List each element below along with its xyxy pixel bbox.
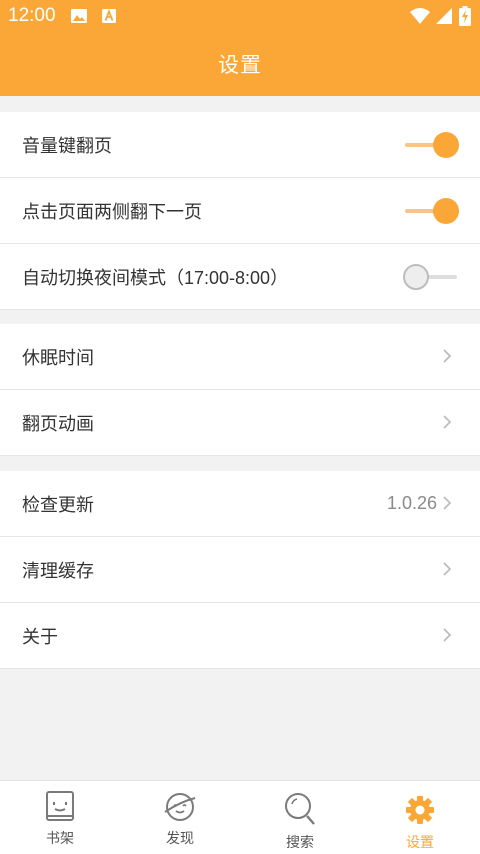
settings-content: 音量键翻页 点击页面两侧翻下一页 自动切换夜间模式（17:00-8:00） 休眠… — [0, 96, 480, 780]
toggle-knob — [403, 264, 429, 290]
settings-gear-icon — [403, 793, 437, 827]
setting-about[interactable]: 关于 — [0, 603, 480, 669]
battery-charging-icon — [459, 6, 471, 31]
page-title: 设置 — [218, 54, 262, 77]
setting-label: 翻页动画 — [22, 413, 94, 434]
setting-label: 自动切换夜间模式（17:00-8:00） — [22, 267, 289, 288]
nav-discover[interactable]: 发现 — [120, 781, 240, 854]
settings-group-about: 检查更新 1.0.26 清理缓存 关于 — [0, 471, 480, 669]
a-notification-icon — [101, 8, 117, 29]
setting-label: 点击页面两侧翻下一页 — [22, 201, 202, 222]
tap-sides-next-page-toggle[interactable] — [403, 198, 459, 224]
setting-label: 清理缓存 — [22, 560, 94, 581]
nav-label: 发现 — [166, 830, 194, 846]
setting-auto-night-mode[interactable]: 自动切换夜间模式（17:00-8:00） — [0, 244, 480, 310]
nav-settings[interactable]: 设置 — [360, 781, 480, 854]
image-notification-icon — [70, 8, 88, 29]
bookshelf-icon — [43, 790, 77, 824]
status-bar: 12:00 — [0, 0, 480, 32]
setting-clear-cache[interactable]: 清理缓存 — [0, 537, 480, 603]
nav-label: 书架 — [46, 830, 74, 846]
volume-key-page-turn-toggle[interactable] — [403, 132, 459, 158]
setting-tap-sides-next-page[interactable]: 点击页面两侧翻下一页 — [0, 178, 480, 244]
auto-night-mode-toggle[interactable] — [403, 264, 459, 290]
app-bar: 设置 — [0, 32, 480, 96]
chevron-right-icon — [442, 495, 452, 516]
version-value: 1.0.26 — [386, 493, 437, 513]
status-time: 12:00 — [8, 5, 56, 26]
toggle-knob — [433, 198, 459, 224]
nav-bookshelf[interactable]: 书架 — [0, 781, 120, 854]
chevron-right-icon — [442, 561, 452, 582]
setting-check-update[interactable]: 检查更新 1.0.26 — [0, 471, 480, 537]
setting-label: 休眠时间 — [22, 347, 94, 368]
setting-sleep-time[interactable]: 休眠时间 — [0, 324, 480, 390]
setting-volume-key-page-turn[interactable]: 音量键翻页 — [0, 112, 480, 178]
search-icon — [283, 791, 317, 825]
chevron-right-icon — [442, 627, 452, 648]
discover-icon — [163, 790, 197, 824]
chevron-right-icon — [442, 348, 452, 369]
nav-search[interactable]: 搜索 — [240, 781, 360, 854]
nav-label: 设置 — [406, 834, 434, 850]
toggle-knob — [433, 132, 459, 158]
chevron-right-icon — [442, 414, 452, 435]
settings-group-behavior: 休眠时间 翻页动画 — [0, 324, 480, 456]
setting-label: 检查更新 — [22, 494, 94, 515]
setting-page-animation[interactable]: 翻页动画 — [0, 390, 480, 456]
signal-icon — [435, 7, 453, 30]
nav-label: 搜索 — [286, 834, 314, 850]
wifi-icon — [409, 7, 431, 30]
setting-label: 音量键翻页 — [22, 135, 112, 156]
settings-group-reading: 音量键翻页 点击页面两侧翻下一页 自动切换夜间模式（17:00-8:00） — [0, 112, 480, 310]
bottom-nav: 书架 发现 搜索 设置 — [0, 780, 480, 854]
setting-label: 关于 — [22, 626, 58, 647]
